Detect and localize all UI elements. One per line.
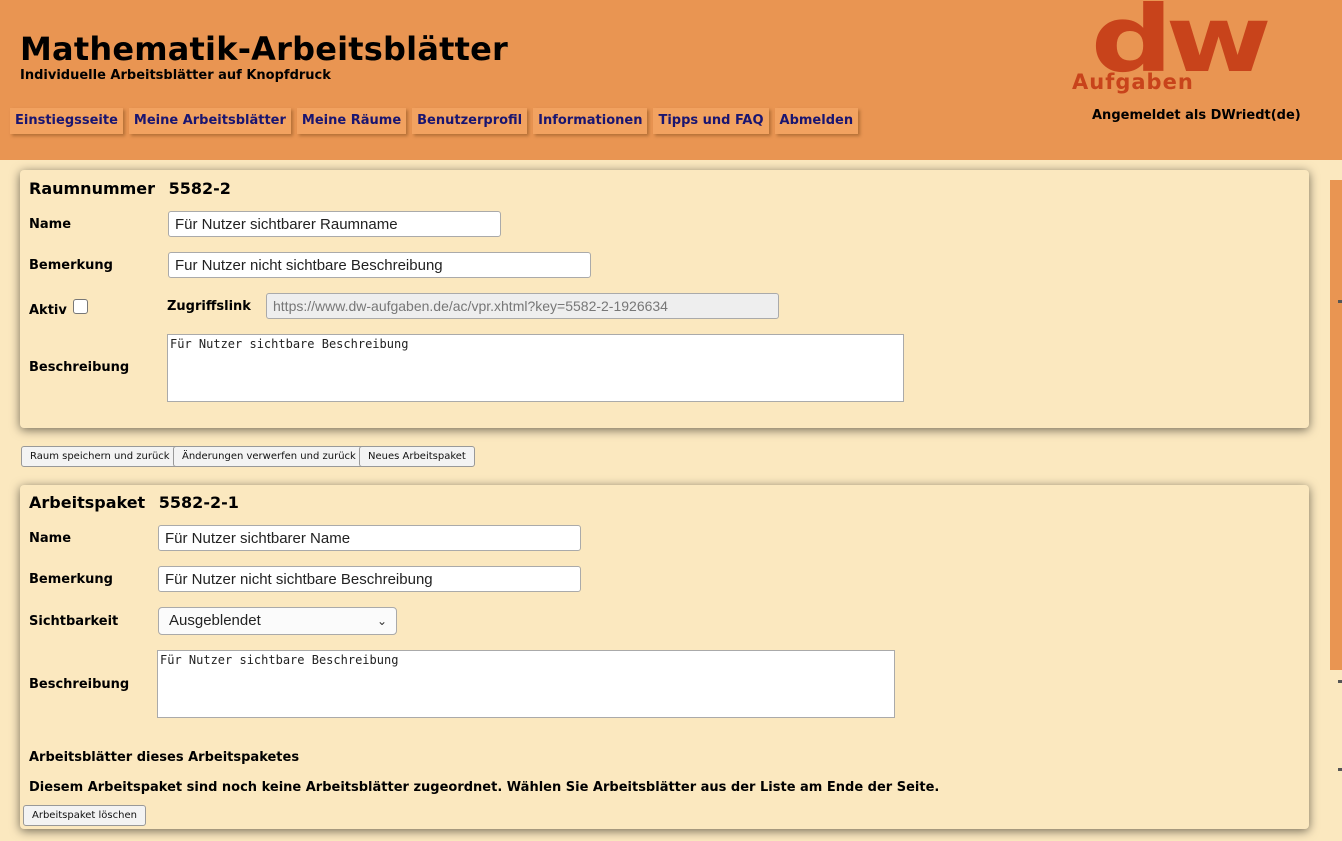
room-active-checkbox[interactable] (73, 299, 88, 314)
nav-item-tipps-faq[interactable]: Tipps und FAQ (653, 108, 769, 134)
nav-item-informationen[interactable]: Informationen (533, 108, 648, 134)
room-name-label: Name (29, 217, 72, 232)
nav-item-meine-arbeitsblaetter[interactable]: Meine Arbeitsblätter (128, 108, 291, 134)
package-desc-label: Beschreibung (29, 677, 130, 692)
nav-item-benutzerprofil[interactable]: Benutzerprofil (412, 108, 528, 134)
site-subtitle: Individuelle Arbeitsblätter auf Knopfdru… (20, 68, 331, 83)
room-name-input[interactable] (168, 211, 501, 237)
package-title: Arbeitspaket 5582-2-1 (29, 493, 239, 512)
new-package-button[interactable]: Neues Arbeitspaket (359, 446, 475, 467)
main-nav: Einstiegsseite Meine Arbeitsblätter Mein… (10, 108, 859, 134)
package-title-label: Arbeitspaket (29, 493, 146, 512)
room-access-label: Zugriffslink (167, 299, 251, 314)
delete-package-button[interactable]: Arbeitspaket löschen (23, 805, 146, 826)
room-number: 5582-2 (168, 179, 231, 198)
room-title-label: Raumnummer (29, 179, 156, 198)
room-remark-input[interactable] (168, 252, 591, 278)
nav-item-meine-raeume[interactable]: Meine Räume (296, 108, 407, 134)
edge-mark (1338, 300, 1342, 303)
edge-mark (1338, 768, 1342, 771)
package-remark-label: Bemerkung (29, 572, 113, 587)
package-panel: Arbeitspaket 5582-2-1 Name Bemerkung Sic… (20, 485, 1309, 829)
page-edge (1330, 0, 1342, 841)
room-title: Raumnummer 5582-2 (29, 179, 231, 198)
logged-in-status: Angemeldet als DWriedt(de) (1092, 108, 1301, 123)
nav-item-einstiegsseite[interactable]: Einstiegsseite (10, 108, 123, 134)
package-visibility-label: Sichtbarkeit (29, 614, 119, 629)
package-remark-input[interactable] (158, 566, 581, 592)
dw-logo[interactable]: dw Aufgaben (1050, 0, 1305, 96)
visibility-select[interactable]: Ausgeblendet ⌄ (158, 607, 397, 635)
sheets-heading: Arbeitsblätter dieses Arbeitspaketes (29, 750, 300, 765)
room-active-label: Aktiv (29, 303, 67, 318)
package-name-input[interactable] (158, 525, 581, 551)
site-title: Mathematik-Arbeitsblätter (20, 30, 508, 68)
logo-sub-text: Aufgaben (1072, 70, 1194, 94)
room-access-link-field[interactable] (266, 293, 779, 319)
chevron-down-icon: ⌄ (376, 614, 387, 628)
site-header: Mathematik-Arbeitsblätter Individuelle A… (0, 0, 1330, 160)
package-name-label: Name (29, 531, 72, 546)
room-remark-label: Bemerkung (29, 258, 113, 273)
room-panel: Raumnummer 5582-2 Name Bemerkung Aktiv Z… (20, 170, 1309, 428)
sheets-empty-message: Diesem Arbeitspaket sind noch keine Arbe… (29, 780, 940, 795)
discard-changes-button[interactable]: Änderungen verwerfen und zurück (173, 446, 365, 467)
package-number: 5582-2-1 (158, 493, 239, 512)
nav-item-abmelden[interactable]: Abmelden (774, 108, 859, 134)
package-desc-textarea[interactable]: Für Nutzer sichtbare Beschreibung (157, 650, 895, 718)
room-desc-textarea[interactable]: Für Nutzer sichtbare Beschreibung (167, 334, 904, 402)
visibility-selected-value: Ausgeblendet (169, 612, 261, 629)
room-desc-label: Beschreibung (29, 360, 130, 375)
edge-mark (1338, 680, 1342, 683)
save-room-button[interactable]: Raum speichern und zurück (21, 446, 179, 467)
